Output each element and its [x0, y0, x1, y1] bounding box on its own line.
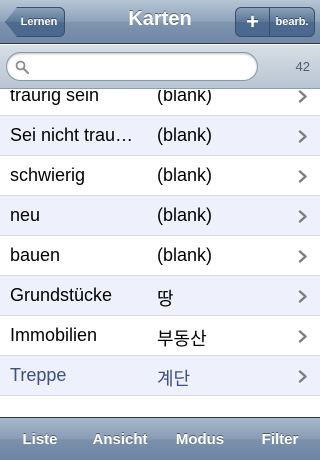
- back-button[interactable]: Lernen: [5, 7, 65, 37]
- card-term: bauen: [10, 245, 61, 265]
- chevron-right-icon: [298, 130, 307, 143]
- list-item[interactable]: Sei nicht trau… (blank): [0, 116, 320, 156]
- card-term: Grundstücke: [10, 285, 113, 305]
- chevron-right-icon: [298, 90, 307, 103]
- card-term: schwierig: [10, 165, 86, 185]
- chevron-right-icon: [298, 330, 307, 343]
- chevron-right-icon: [298, 370, 307, 383]
- list-item[interactable]: Immobilien 부동산: [0, 316, 320, 356]
- back-button-label: Lernen: [20, 16, 58, 28]
- tab-modus[interactable]: Modus: [160, 418, 240, 460]
- card-term: Sei nicht trau…: [10, 125, 134, 145]
- chevron-right-icon: [298, 170, 307, 183]
- search-bar: 42: [0, 45, 320, 89]
- bottom-toolbar: Liste Ansicht Modus Filter: [0, 417, 320, 460]
- card-meaning: 땅: [157, 289, 174, 309]
- card-meaning: (blank): [157, 205, 213, 225]
- tab-liste[interactable]: Liste: [0, 418, 80, 460]
- search-field[interactable]: [6, 52, 258, 81]
- search-input[interactable]: [33, 57, 248, 77]
- edit-button[interactable]: bearb.: [270, 8, 314, 36]
- card-count: 42: [295, 59, 310, 74]
- card-meaning: (blank): [157, 90, 213, 105]
- navigation-bar: Lernen Karten + bearb.: [0, 0, 320, 44]
- card-meaning: 부동산: [157, 329, 207, 349]
- card-meaning: 계단: [157, 369, 191, 389]
- page-title: Karten: [128, 8, 192, 30]
- card-meaning: (blank): [157, 245, 213, 265]
- tab-ansicht[interactable]: Ansicht: [80, 418, 160, 460]
- list-item[interactable]: Grundstücke 땅: [0, 276, 320, 316]
- card-term: Treppe: [10, 365, 67, 385]
- card-meaning: (blank): [157, 165, 213, 185]
- list-item[interactable]: schwierig (blank): [0, 156, 320, 196]
- tab-filter[interactable]: Filter: [240, 418, 320, 460]
- list-item[interactable]: traurig sein (blank): [0, 90, 320, 116]
- nav-button-group: + bearb.: [235, 7, 315, 37]
- card-term: neu: [10, 205, 41, 225]
- chevron-right-icon: [298, 290, 307, 303]
- chevron-right-icon: [298, 250, 307, 263]
- add-card-button[interactable]: +: [236, 8, 270, 36]
- list-item[interactable]: neu (blank): [0, 196, 320, 236]
- card-list: traurig sein (blank) Sei nicht trau… (blank…: [0, 90, 320, 417]
- search-icon: [15, 60, 29, 74]
- chevron-right-icon: [298, 210, 307, 223]
- card-term: Immobilien: [10, 325, 98, 345]
- list-item[interactable]: Treppe 계단: [0, 356, 320, 396]
- card-meaning: (blank): [157, 125, 213, 145]
- card-term: traurig sein: [10, 90, 100, 105]
- list-item[interactable]: bauen (blank): [0, 236, 320, 276]
